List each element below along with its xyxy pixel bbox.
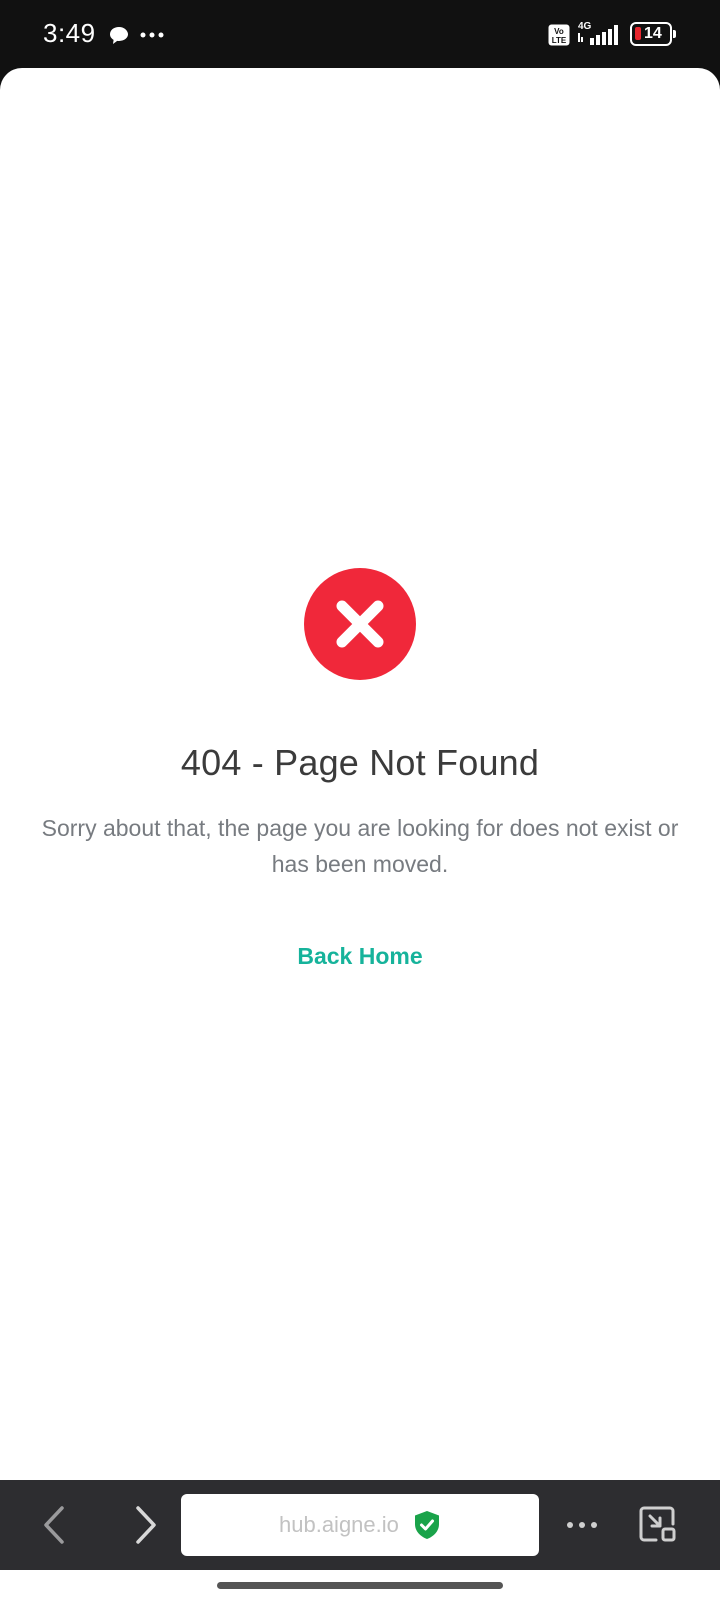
- screen: 3:49 Vo LTE 4G 14 404 - Page Not Found S…: [0, 0, 720, 1600]
- forward-arrow-icon[interactable]: [130, 1504, 160, 1546]
- battery-level: 14: [644, 25, 662, 42]
- battery-body: 14: [630, 22, 672, 46]
- volte-icon: Vo LTE: [548, 24, 570, 46]
- browser-toolbar: hub.aigne.io: [0, 1480, 720, 1570]
- more-menu-icon[interactable]: [566, 1520, 598, 1530]
- svg-text:Vo: Vo: [554, 27, 564, 36]
- page-content: 404 - Page Not Found Sorry about that, t…: [0, 68, 720, 1480]
- error-x-icon: [304, 568, 416, 680]
- status-bar: 3:49 Vo LTE 4G 14: [0, 0, 720, 70]
- svg-text:LTE: LTE: [552, 36, 567, 45]
- shield-check-icon: [415, 1511, 439, 1539]
- gesture-handle[interactable]: [217, 1582, 503, 1589]
- url-text: hub.aigne.io: [279, 1512, 399, 1537]
- error-title: 404 - Page Not Found: [180, 742, 540, 783]
- battery-tip: [673, 30, 676, 38]
- back-arrow-icon[interactable]: [40, 1504, 70, 1546]
- url-bar[interactable]: hub.aigne.io: [181, 1494, 539, 1556]
- svg-text:4G: 4G: [578, 21, 592, 32]
- gesture-bar: [0, 1570, 720, 1600]
- signal-strength-icon: 4G: [578, 21, 618, 45]
- more-notifications-icon: [140, 32, 164, 38]
- minimize-window-icon[interactable]: [638, 1504, 678, 1544]
- status-time: 3:49: [43, 18, 96, 48]
- back-home-link[interactable]: Back Home: [260, 936, 460, 976]
- error-message: Sorry about that, the page you are looki…: [41, 815, 679, 877]
- battery-fill: [635, 27, 641, 40]
- battery-indicator: 14: [630, 22, 676, 46]
- chat-bubble-icon: [110, 27, 128, 44]
